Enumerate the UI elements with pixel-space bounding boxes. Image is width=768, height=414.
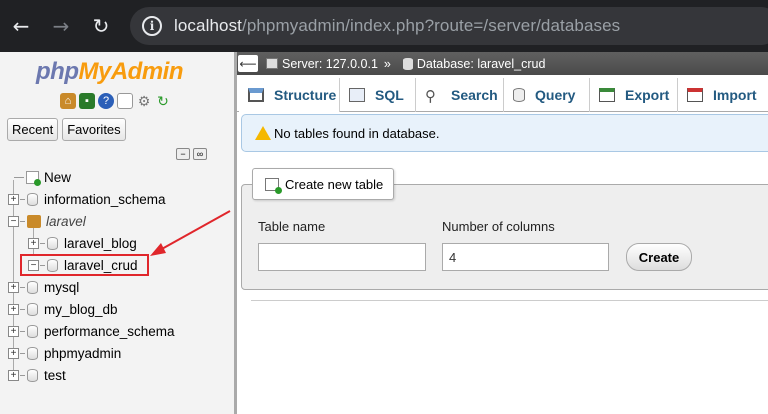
reload-button[interactable]: ↻ (84, 9, 118, 43)
reload-navigation-icon[interactable]: ↻ (155, 93, 171, 109)
database-icon (27, 302, 38, 316)
tree-item-database[interactable]: + performance_schema (8, 320, 175, 342)
tab-query[interactable]: Query (504, 78, 590, 112)
favorites-button[interactable]: Favorites (62, 118, 126, 141)
search-icon: ⚲ (425, 87, 436, 105)
back-button[interactable]: ← (4, 9, 38, 43)
database-icon (27, 192, 38, 206)
columns-input[interactable] (442, 243, 609, 271)
sql-icon (349, 88, 365, 102)
columns-label: Number of columns (442, 219, 555, 234)
tree-item-group[interactable]: − laravel (8, 210, 86, 232)
database-icon (27, 280, 38, 294)
tree-item-database[interactable]: + laravel_blog (28, 232, 137, 254)
tree-item-database[interactable]: + my_blog_db (8, 298, 118, 320)
gear-icon[interactable]: ⚙ (136, 93, 152, 109)
divider (251, 300, 768, 301)
forward-button[interactable]: → (44, 9, 78, 43)
import-icon (687, 88, 703, 102)
query-icon (513, 88, 525, 102)
breadcrumb-separator: » (383, 56, 391, 71)
create-button[interactable]: Create (626, 243, 692, 271)
tab-export[interactable]: Export (590, 78, 678, 112)
tree-item-database[interactable]: + test (8, 364, 66, 386)
arrow-left-icon: ← (12, 14, 30, 38)
new-table-icon (265, 177, 282, 194)
expand-icon[interactable]: + (8, 325, 19, 337)
database-icon (402, 57, 413, 70)
table-name-input[interactable] (258, 243, 426, 271)
tab-import[interactable]: Import (678, 78, 768, 112)
link-icon[interactable]: ∞ (193, 148, 207, 160)
server-icon (266, 58, 278, 69)
database-icon (27, 368, 38, 382)
export-icon (599, 88, 615, 102)
address-bar[interactable]: i localhost/phpmyadmin/index.php?route=/… (130, 7, 768, 45)
database-icon (27, 324, 38, 338)
help-icon[interactable]: ? (98, 93, 114, 109)
warning-icon (255, 126, 271, 140)
phpmyadmin-logo[interactable]: phpMyAdmin (36, 58, 183, 86)
create-table-legend: Create new table (252, 168, 395, 200)
info-icon[interactable]: i (142, 16, 162, 36)
database-icon (47, 236, 58, 250)
url-text: localhost/phpmyadmin/index.php?route=/se… (174, 16, 621, 35)
home-icon[interactable]: ⌂ (60, 93, 76, 109)
notice-message: No tables found in database. (241, 114, 768, 152)
tab-structure[interactable]: Structure (239, 78, 340, 112)
expand-icon[interactable]: + (8, 281, 19, 293)
highlight-box (20, 254, 149, 276)
collapse-navigation-icon[interactable]: ⟵ (238, 55, 258, 72)
collapse-all-icon[interactable]: − (176, 148, 190, 160)
tab-bar: Structure SQL ⚲ Search Query Export Impo… (237, 78, 768, 112)
tree-item-new[interactable]: New (8, 166, 71, 188)
reload-icon: ↻ (92, 14, 110, 38)
database-icon (27, 346, 38, 360)
tab-sql[interactable]: SQL (340, 78, 416, 112)
database-group-icon (27, 214, 41, 228)
navigation-panel: phpMyAdmin ⌂ ▪ ? ⚙ ↻ Recent Favorites − … (0, 52, 236, 414)
breadcrumb-server[interactable]: Server: 127.0.0.1 (282, 57, 378, 71)
tab-search[interactable]: ⚲ Search (416, 78, 504, 112)
expand-icon[interactable]: + (8, 369, 19, 381)
arrow-right-icon: → (52, 14, 70, 38)
documentation-icon[interactable] (117, 93, 133, 109)
browser-toolbar: ← → ↻ i localhost/phpmyadmin/index.php?r… (0, 0, 768, 52)
main-content: ⟵ Server: 127.0.0.1 » Database: laravel_… (237, 52, 768, 414)
breadcrumb-database[interactable]: Database: laravel_crud (417, 57, 546, 71)
expand-icon[interactable]: + (28, 237, 39, 249)
expand-icon[interactable]: + (8, 347, 19, 359)
breadcrumb: ⟵ Server: 127.0.0.1 » Database: laravel_… (237, 52, 768, 75)
expand-icon[interactable]: + (8, 193, 19, 205)
new-database-icon (26, 170, 41, 186)
logout-icon[interactable]: ▪ (79, 93, 95, 109)
create-table-form: Create new table Table name Number of co… (241, 168, 768, 290)
recent-button[interactable]: Recent (7, 118, 59, 141)
collapse-icon[interactable]: − (8, 215, 19, 227)
tree-item-database[interactable]: + information_schema (8, 188, 166, 210)
expand-icon[interactable]: + (8, 303, 19, 315)
tree-item-database[interactable]: + mysql (8, 276, 79, 298)
table-name-label: Table name (258, 219, 326, 234)
structure-icon (248, 88, 264, 102)
tree-item-database[interactable]: + phpmyadmin (8, 342, 121, 364)
nav-icon-bar: ⌂ ▪ ? ⚙ ↻ (60, 93, 171, 109)
